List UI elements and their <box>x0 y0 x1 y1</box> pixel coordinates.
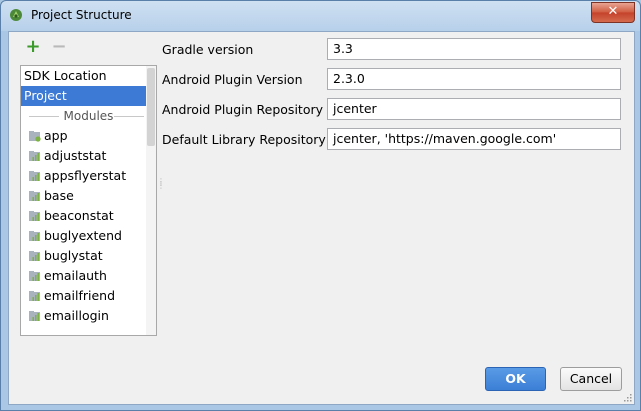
module-label: buglyextend <box>44 228 122 243</box>
android-plugin-version-label: Android Plugin Version <box>162 72 303 87</box>
android-plugin-repository-field[interactable]: jcenter <box>327 98 621 120</box>
module-item[interactable]: app <box>21 126 156 146</box>
module-item[interactable]: buglyextend <box>21 226 156 246</box>
library-module-icon <box>29 250 40 261</box>
module-item[interactable]: emailfriend <box>21 286 156 306</box>
module-item[interactable]: appsflyerstat <box>21 166 156 186</box>
module-item[interactable]: beaconstat <box>21 206 156 226</box>
ok-button[interactable]: OK <box>485 367 546 391</box>
module-label: appsflyerstat <box>44 168 127 183</box>
library-module-icon <box>29 170 40 181</box>
android-plugin-repository-label: Android Plugin Repository <box>162 102 324 117</box>
sidebar-scrollbar[interactable] <box>146 66 156 335</box>
splitter-handle[interactable]: ⋮ ⋮ <box>157 178 165 192</box>
library-module-icon <box>29 310 40 321</box>
module-label: adjuststat <box>44 148 107 163</box>
module-label: beaconstat <box>44 208 114 223</box>
module-label: emailfriend <box>44 288 116 303</box>
library-module-icon <box>29 290 40 301</box>
module-label: base <box>44 188 74 203</box>
scrollbar-thumb[interactable] <box>147 68 155 146</box>
window-title: Project Structure <box>31 8 132 22</box>
library-module-icon <box>29 210 40 221</box>
module-label: emaillogin <box>44 308 109 323</box>
sidebar-list: SDK Location Project Modules app adjustst… <box>20 65 157 336</box>
gradle-version-label: Gradle version <box>162 42 254 57</box>
dialog-content: + − SDK Location Project Modules app adju… <box>8 31 635 405</box>
remove-icon[interactable]: − <box>51 38 67 56</box>
module-item[interactable]: emailauth <box>21 266 156 286</box>
module-list: app adjuststat appsflyerstat base beaconstat… <box>21 126 156 326</box>
android-studio-icon <box>10 9 22 21</box>
module-item[interactable]: emaillogin <box>21 306 156 326</box>
module-label: buglystat <box>44 248 103 263</box>
close-button[interactable]: ✕ <box>591 2 635 23</box>
cancel-button[interactable]: Cancel <box>560 367 622 391</box>
sidebar-item-sdk-location[interactable]: SDK Location <box>21 66 156 86</box>
modules-section-header: Modules <box>21 106 156 126</box>
dialog-window: Project Structure ✕ + − SDK Location Pro… <box>0 0 641 411</box>
close-icon: ✕ <box>607 4 619 19</box>
library-module-icon <box>29 230 40 241</box>
gradle-version-field[interactable]: 3.3 <box>327 38 621 60</box>
module-item[interactable]: buglystat <box>21 246 156 266</box>
default-library-repository-label: Default Library Repository <box>162 132 326 147</box>
default-library-repository-field[interactable]: jcenter, 'https://maven.google.com' <box>327 128 621 150</box>
library-module-icon <box>29 150 40 161</box>
add-icon[interactable]: + <box>25 38 41 56</box>
module-item[interactable]: adjuststat <box>21 146 156 166</box>
module-label: emailauth <box>44 268 107 283</box>
android-plugin-version-field[interactable]: 2.3.0 <box>327 68 621 90</box>
module-label: app <box>44 128 68 143</box>
modules-header-label: Modules <box>63 109 114 123</box>
sidebar-item-project[interactable]: Project <box>21 86 156 106</box>
module-item[interactable]: base <box>21 186 156 206</box>
title-bar[interactable]: Project Structure ✕ <box>1 1 640 31</box>
library-module-icon <box>29 190 40 201</box>
library-module-icon <box>29 270 40 281</box>
resize-grip-icon[interactable] <box>622 392 632 402</box>
app-module-icon <box>29 130 41 142</box>
